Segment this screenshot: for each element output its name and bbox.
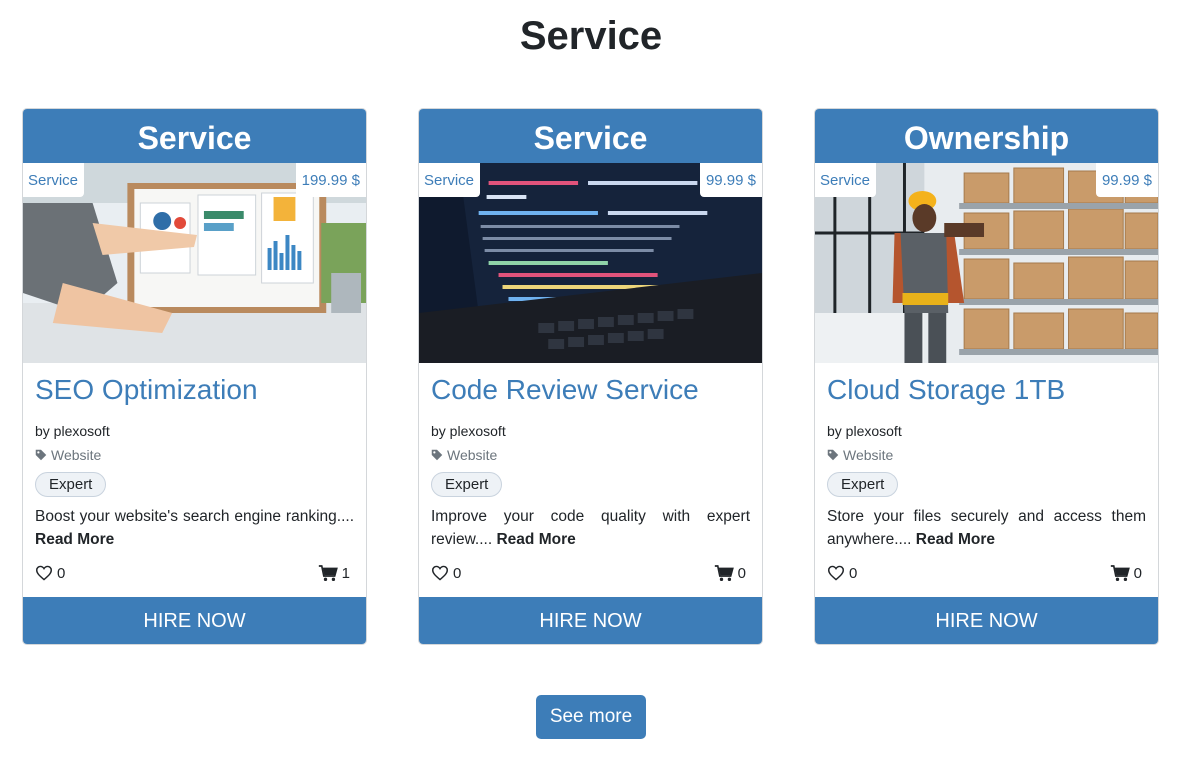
service-card: Service xyxy=(418,108,763,645)
stats-row: 0 0 xyxy=(827,563,1146,583)
heart-icon xyxy=(431,565,449,581)
stats-row: 0 1 xyxy=(35,563,354,583)
read-more-link[interactable]: Read More xyxy=(916,531,995,548)
service-card: Ownership Service 99.99 $ Cloud Storage … xyxy=(814,108,1159,645)
level-badge: Expert xyxy=(431,472,503,497)
cart-count: 0 xyxy=(1133,564,1142,582)
service-title-link[interactable]: Cloud Storage 1TB xyxy=(827,373,1146,407)
tag-label: Website xyxy=(447,447,498,463)
like-button[interactable]: 0 xyxy=(35,565,65,582)
service-title-link[interactable]: Code Review Service xyxy=(431,373,750,407)
read-more-link[interactable]: Read More xyxy=(35,531,114,548)
likes-count: 0 xyxy=(453,564,462,582)
price-badge: 99.99 $ xyxy=(1095,163,1158,197)
services-section: Service Service Service 199.99 $ SEO Opt… xyxy=(0,0,1198,760)
cart-button[interactable]: 0 xyxy=(714,565,746,582)
tag-icon xyxy=(827,449,839,461)
cart-icon xyxy=(714,564,734,581)
level-badge: Expert xyxy=(827,472,899,497)
service-card: Service xyxy=(22,108,367,645)
card-image[interactable]: Service 199.99 $ xyxy=(23,163,366,363)
cart-button[interactable]: 0 xyxy=(1110,565,1142,582)
cart-count: 0 xyxy=(737,564,746,582)
card-header: Service xyxy=(419,109,762,163)
author-label: by plexosoft xyxy=(35,423,110,439)
level-badge: Expert xyxy=(35,472,107,497)
tag-row: Website xyxy=(35,447,354,463)
tag-row: Website xyxy=(431,447,750,463)
category-badge: Service xyxy=(23,163,85,197)
card-header: Service xyxy=(23,109,366,163)
category-badge: Service xyxy=(419,163,481,197)
service-title-link[interactable]: SEO Optimization xyxy=(35,373,354,407)
tag-icon xyxy=(35,449,47,461)
hire-now-button[interactable]: HIRE NOW xyxy=(23,597,366,644)
price-badge: 199.99 $ xyxy=(295,163,366,197)
page-title: Service xyxy=(519,14,663,58)
tag-row: Website xyxy=(827,447,1146,463)
tag-label: Website xyxy=(51,447,102,463)
tag-icon xyxy=(431,449,443,461)
stats-row: 0 0 xyxy=(431,563,750,583)
card-header: Ownership xyxy=(815,109,1158,163)
likes-count: 0 xyxy=(57,564,66,582)
cart-icon xyxy=(318,564,338,581)
tag-label: Website xyxy=(843,447,894,463)
service-cards: Service Service 199.99 $ SEO Optimizatio… xyxy=(22,108,1162,648)
description: Improve your code quality with expert re… xyxy=(431,505,750,551)
card-image[interactable]: Service 99.99 $ xyxy=(815,163,1158,363)
author-label: by plexosoft xyxy=(827,423,902,439)
description: Store your files securely and access the… xyxy=(827,505,1146,551)
price-badge: 99.99 $ xyxy=(699,163,762,197)
heart-icon xyxy=(827,565,845,581)
see-more-button[interactable]: See more xyxy=(536,695,646,739)
likes-count: 0 xyxy=(849,564,858,582)
hire-now-button[interactable]: HIRE NOW xyxy=(419,597,762,644)
card-image[interactable]: Service 99.99 $ xyxy=(419,163,762,363)
cart-icon xyxy=(1110,564,1130,581)
heart-icon xyxy=(35,565,53,581)
hire-now-button[interactable]: HIRE NOW xyxy=(815,597,1158,644)
description-text: Improve your code quality with expert re… xyxy=(431,508,750,548)
description: Boost your website's search engine ranki… xyxy=(35,505,354,551)
like-button[interactable]: 0 xyxy=(827,565,857,582)
cart-count: 1 xyxy=(341,564,350,582)
like-button[interactable]: 0 xyxy=(431,565,461,582)
read-more-link[interactable]: Read More xyxy=(496,531,575,548)
description-text: Boost your website's search engine ranki… xyxy=(35,508,354,525)
cart-button[interactable]: 1 xyxy=(318,565,350,582)
category-badge: Service xyxy=(815,163,877,197)
author-label: by plexosoft xyxy=(431,423,506,439)
